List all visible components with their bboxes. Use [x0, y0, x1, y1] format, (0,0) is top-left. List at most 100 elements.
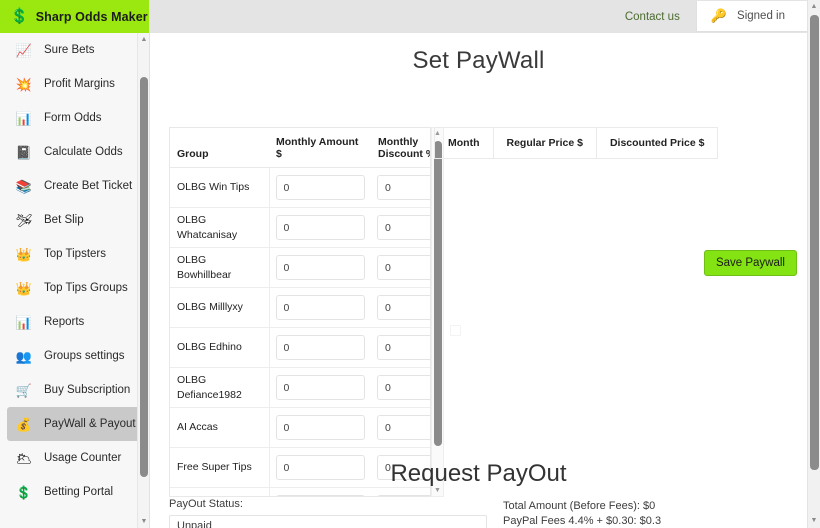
signed-in-label: Signed in [737, 10, 785, 22]
sidebar-item-reports[interactable]: 📊 Reports [7, 305, 144, 339]
monthly-amount-input[interactable] [275, 335, 365, 360]
scroll-down-icon[interactable]: ▼ [139, 516, 149, 527]
groups-table-scrollbar-thumb[interactable] [434, 141, 442, 446]
monthly-discount-input[interactable] [377, 375, 430, 400]
monthly-discount-cell [371, 207, 430, 248]
brand-title: Sharp Odds Maker [35, 9, 148, 24]
monthly-discount-cell [371, 167, 430, 208]
sidebar-item-label: Reports [44, 316, 85, 328]
sidebar-item-label: Form Odds [44, 112, 102, 124]
sidebar-item-betting-portal[interactable]: 💲 Betting Portal [7, 475, 144, 509]
monthly-discount-input[interactable] [377, 215, 430, 240]
sidebar-item-form-odds[interactable]: 📊 Form Odds [7, 101, 144, 135]
scroll-down-icon[interactable]: ▼ [809, 515, 819, 527]
sidebar-item-groups-settings[interactable]: 👥 Groups settings [7, 339, 144, 373]
sidebar-item-label: Top Tipsters [44, 248, 106, 260]
page-title: Set PayWall [412, 47, 545, 74]
monthly-discount-input[interactable] [377, 335, 430, 360]
main-content: Set PayWall Group Monthly Amount $ Month… [150, 33, 807, 528]
crown-groups-icon: 👑 [15, 280, 33, 296]
monthly-discount-input[interactable] [377, 255, 430, 280]
monthly-discount-cell [371, 287, 430, 328]
paywall-section: Group Monthly Amount $ Monthly Discount … [150, 75, 807, 497]
monthly-amount-cell [269, 407, 371, 448]
price-table-header-row: Month Regular Price $ Discounted Price $ [434, 127, 719, 159]
column-header-group: Group [170, 128, 269, 168]
people-gear-icon: 👥 [15, 348, 33, 364]
monthly-amount-input[interactable] [275, 375, 365, 400]
groups-table-scrollbar[interactable]: ▲ ▼ [431, 127, 444, 497]
sidebar-scrollbar[interactable]: ▲ ▼ [137, 33, 149, 528]
sidebar-item-sure-bets[interactable]: 📈 Sure Bets [7, 33, 144, 67]
line-chart-icon: 📈 [15, 42, 33, 58]
monthly-amount-input[interactable] [275, 215, 365, 240]
monthly-discount-input[interactable] [377, 175, 430, 200]
group-name-cell: AI Accas [170, 407, 270, 448]
key-icon: 🔑 [710, 8, 728, 23]
scroll-up-icon[interactable]: ▲ [139, 34, 149, 45]
payout-body: PayOut Status: Total Amount (Before Fees… [150, 488, 807, 528]
table-row: OLBG Whatcanisay [170, 207, 430, 248]
monthly-discount-cell [371, 247, 430, 288]
table-row: OLBG Milllyxy [170, 287, 430, 328]
sidebar-item-buy-subscription[interactable]: 🛒 Buy Subscription [7, 373, 144, 407]
app-window: 💲 Sharp Odds Maker 📈 Sure Bets 💥 Profit Mar… [0, 0, 820, 528]
green-chart-icon: 📊 [15, 314, 33, 330]
sidebar-item-label: Buy Subscription [44, 384, 131, 396]
table-row: AI Accas [170, 407, 430, 448]
payout-status-group: PayOut Status: [169, 498, 487, 528]
sidebar-item-top-tips-groups[interactable]: 👑 Top Tips Groups [7, 271, 144, 305]
signed-in-button[interactable]: 🔑 Signed in [695, 1, 807, 32]
sidebar-item-create-bet-ticket[interactable]: 📚 Create Bet Ticket [7, 169, 144, 203]
percent-icon: 💥 [15, 76, 33, 92]
page-scrollbar-thumb[interactable] [810, 15, 819, 470]
sidebar-item-calculate-odds[interactable]: 📓 Calculate Odds [7, 135, 144, 169]
sidebar-item-bet-slip[interactable]: 🛩 Bet Slip [7, 203, 144, 237]
fee-line-paypal: PayPal Fees 4.4% + $0.30: $0.3 [503, 514, 662, 527]
group-name-cell: OLBG Milllyxy [170, 287, 270, 328]
monthly-amount-input[interactable] [275, 415, 365, 440]
group-name-cell: OLBG Bowhillbear [170, 247, 270, 288]
groups-table-container: Group Monthly Amount $ Monthly Discount … [169, 127, 431, 497]
column-header-monthly-amount: Monthly Amount $ [269, 128, 371, 168]
crown-icon: 👑 [15, 246, 33, 262]
monthly-discount-input[interactable] [377, 415, 430, 440]
sidebar-item-top-tipsters[interactable]: 👑 Top Tipsters [7, 237, 144, 271]
cursor-artifact [450, 325, 461, 336]
sidebar: 💲 Sharp Odds Maker 📈 Sure Bets 💥 Profit Mar… [0, 0, 150, 528]
brand-header[interactable]: 💲 Sharp Odds Maker [0, 0, 149, 33]
monthly-amount-input[interactable] [275, 255, 365, 280]
payout-status-input[interactable] [169, 515, 487, 528]
groups-table: Group Monthly Amount $ Monthly Discount … [170, 128, 430, 496]
group-name-cell: OLBG Whatcanisay [170, 207, 270, 248]
sidebar-item-usage-counter[interactable]: 🌥 Usage Counter [7, 441, 144, 475]
sidebar-item-paywall-payout[interactable]: 💰 PayWall & Payout [7, 407, 144, 441]
monthly-discount-cell [371, 327, 430, 368]
page-scrollbar[interactable]: ▲ ▼ [807, 0, 820, 528]
table-row: OLBG Defiance1982 [170, 367, 430, 408]
sidebar-scrollbar-thumb[interactable] [140, 77, 148, 477]
dollar-sign-icon: 💲 [10, 8, 29, 25]
monthly-discount-cell [371, 367, 430, 408]
payout-section: Request PayOut PayOut Status: Total Amou… [150, 460, 807, 528]
sidebar-item-label: Create Bet Ticket [44, 180, 133, 192]
sidebar-item-label: Top Tips Groups [44, 282, 128, 294]
save-paywall-button[interactable]: Save Paywall [703, 250, 797, 276]
group-name-cell: OLBG Edhino [170, 327, 270, 368]
shopping-cart-icon: 🛒 [15, 382, 33, 398]
money-badge-icon: 💰 [15, 416, 33, 432]
sidebar-item-label: Sure Bets [44, 44, 95, 56]
scroll-up-icon[interactable]: ▲ [809, 1, 819, 13]
monthly-discount-input[interactable] [377, 295, 430, 320]
monthly-amount-input[interactable] [275, 175, 365, 200]
sidebar-item-profit-margins[interactable]: 💥 Profit Margins [7, 67, 144, 101]
monthly-amount-cell [269, 287, 371, 328]
contact-us-link[interactable]: Contact us [625, 11, 680, 23]
top-bar: Contact us 🔑 Signed in [150, 0, 820, 33]
table-row: OLBG Edhino [170, 327, 430, 368]
group-name-cell: OLBG Win Tips [170, 167, 270, 208]
monthly-amount-input[interactable] [275, 295, 365, 320]
monthly-amount-cell [269, 247, 371, 288]
sidebar-item-label: Groups settings [44, 350, 125, 362]
column-header-monthly-discount: Monthly Discount % [371, 128, 430, 168]
